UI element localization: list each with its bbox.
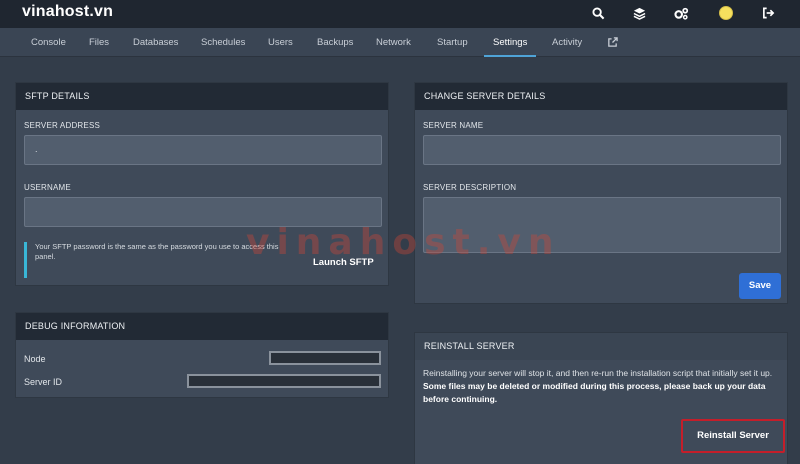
top-bar: vinahost.vn bbox=[0, 0, 800, 28]
search-icon[interactable] bbox=[588, 3, 608, 23]
username-field[interactable] bbox=[24, 197, 382, 227]
external-link-icon[interactable] bbox=[607, 28, 618, 57]
server-name-field[interactable] bbox=[423, 135, 781, 165]
server-address-label: SERVER ADDRESS bbox=[24, 121, 101, 130]
save-button[interactable]: Save bbox=[739, 273, 781, 299]
tab-backups[interactable]: Backups bbox=[317, 28, 353, 57]
username-label: USERNAME bbox=[24, 183, 71, 192]
reinstall-server-panel: REINSTALL SERVER Reinstalling your serve… bbox=[414, 332, 788, 464]
tab-activity[interactable]: Activity bbox=[552, 28, 582, 57]
sftp-details-panel: SFTP DETAILS SERVER ADDRESS . USERNAME Y… bbox=[15, 82, 389, 286]
tab-schedules[interactable]: Schedules bbox=[201, 28, 245, 57]
change-server-details-panel: CHANGE SERVER DETAILS SERVER NAME SERVER… bbox=[414, 82, 788, 304]
debug-information-title: DEBUG INFORMATION bbox=[16, 313, 388, 340]
tab-databases[interactable]: Databases bbox=[133, 28, 178, 57]
reinstall-server-title: REINSTALL SERVER bbox=[415, 333, 787, 360]
server-nav: Console Files Databases Schedules Users … bbox=[0, 28, 800, 57]
layers-icon[interactable] bbox=[629, 3, 649, 23]
node-value-redacted bbox=[269, 351, 381, 365]
launch-sftp-button[interactable]: Launch SFTP bbox=[313, 257, 374, 268]
sftp-password-notice: Your SFTP password is the same as the pa… bbox=[24, 242, 284, 278]
tab-files[interactable]: Files bbox=[89, 28, 109, 57]
node-label: Node bbox=[24, 354, 46, 364]
tab-console[interactable]: Console bbox=[31, 28, 66, 57]
tab-settings[interactable]: Settings bbox=[484, 28, 537, 57]
server-address-field[interactable]: . bbox=[24, 135, 382, 165]
brand-logo[interactable]: vinahost.vn bbox=[22, 3, 113, 21]
servers-icon[interactable] bbox=[671, 3, 691, 23]
reinstall-description: Reinstalling your server will stop it, a… bbox=[423, 368, 773, 404]
sftp-details-title: SFTP DETAILS bbox=[16, 83, 388, 110]
debug-information-panel: DEBUG INFORMATION Node Server ID bbox=[15, 312, 389, 398]
reinstall-server-button[interactable]: Reinstall Server bbox=[681, 419, 785, 453]
server-id-label: Server ID bbox=[24, 377, 63, 387]
avatar-icon[interactable] bbox=[716, 3, 736, 23]
change-server-details-title: CHANGE SERVER DETAILS bbox=[415, 83, 787, 110]
tab-startup[interactable]: Startup bbox=[437, 28, 468, 57]
server-id-value-redacted bbox=[187, 374, 381, 388]
server-name-label: SERVER NAME bbox=[423, 121, 484, 130]
tab-users[interactable]: Users bbox=[268, 28, 293, 57]
tab-network[interactable]: Network bbox=[376, 28, 411, 57]
logout-icon[interactable] bbox=[758, 3, 778, 23]
server-description-label: SERVER DESCRIPTION bbox=[423, 183, 517, 192]
server-description-field[interactable] bbox=[423, 197, 781, 253]
